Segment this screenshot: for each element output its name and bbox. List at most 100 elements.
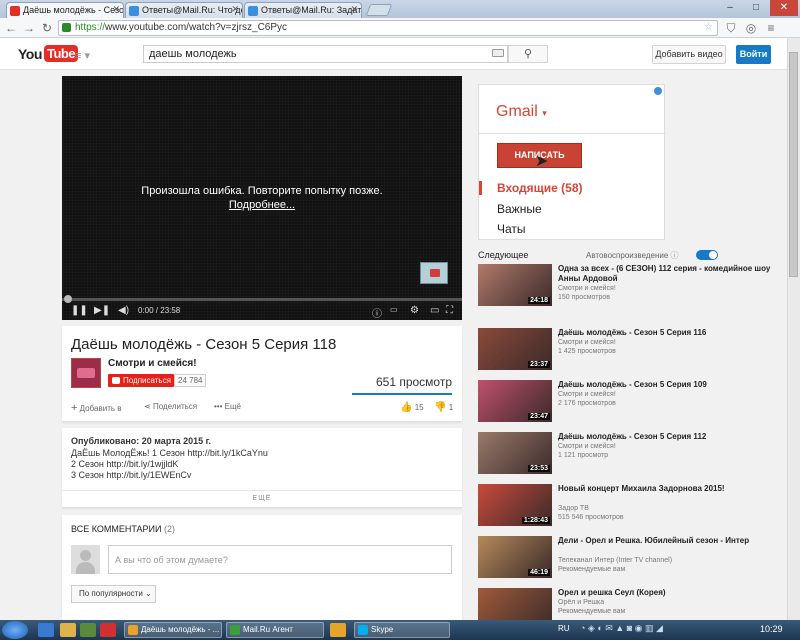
video-thumbnail[interactable]: 23:47 xyxy=(478,380,552,422)
bookmark-star-icon[interactable]: ☆ xyxy=(704,21,713,35)
add-to-button[interactable]: + Добавить в xyxy=(71,402,122,414)
video-thumbnail[interactable]: 23:37 xyxy=(478,328,552,370)
extension-icon[interactable]: ◎ xyxy=(744,21,758,35)
video-player[interactable]: Произошла ошибка. Повторите попытку позж… xyxy=(62,76,462,320)
video-thumbnail[interactable]: 1:28:43 xyxy=(478,484,552,526)
miniplayer-icon[interactable]: ▭ xyxy=(430,305,439,316)
cast-icon[interactable] xyxy=(420,262,448,284)
play-icon[interactable]: ❚❚ xyxy=(71,305,88,316)
gmail-ad[interactable]: Gmail ▾ НАПИСАТЬ ➤ Входящие (58) Важные … xyxy=(478,84,666,240)
inbox-link[interactable]: Входящие (58) xyxy=(479,181,666,195)
ad-info-icon[interactable] xyxy=(654,87,662,95)
related-video-title[interactable]: Новый концерт Михаила Задорнова 2015! xyxy=(558,484,780,494)
scrollbar-thumb[interactable] xyxy=(789,52,798,277)
related-video-channel: Смотри и смейся! xyxy=(558,339,616,346)
channel-avatar[interactable] xyxy=(71,358,101,388)
fullscreen-icon[interactable]: ⛶ xyxy=(446,305,453,316)
signin-button[interactable]: Войти xyxy=(736,45,771,64)
related-video-title[interactable]: Орел и решка Сеул (Корея) xyxy=(558,588,780,598)
info-icon[interactable]: ⓘ xyxy=(372,305,382,320)
forward-arrow-icon[interactable]: → xyxy=(22,21,36,35)
keyboard-icon[interactable] xyxy=(492,49,504,57)
related-video-item[interactable]: 46:19 Дели - Орел и Решка. Юбилейный сезо… xyxy=(478,536,778,584)
next-icon[interactable]: ▶❚ xyxy=(94,305,110,316)
publish-date: Опубликовано: 20 марта 2015 г. xyxy=(71,436,211,446)
related-video-title[interactable]: Дели - Орел и Решка. Юбилейный сезон - И… xyxy=(558,536,780,546)
important-link[interactable]: Важные xyxy=(497,202,542,216)
related-video-title[interactable]: Даёшь молодёжь - Сезон 5 Серия 116 xyxy=(558,328,780,338)
close-tab-icon[interactable]: ✕ xyxy=(231,4,239,15)
taskbar-skype[interactable]: Skype xyxy=(354,622,450,638)
video-duration: 23:47 xyxy=(528,413,550,420)
error-more-link[interactable]: Подробнее... xyxy=(62,198,462,212)
tray-icons[interactable]: ◔ ◈ ◐ ✉ ▲ ◙ ◉ ▥ ◢ xyxy=(580,623,663,634)
channel-name[interactable]: Смотри и смейся! xyxy=(108,358,197,369)
more-dots-icon: ••• xyxy=(214,402,223,411)
chrome-favicon-icon xyxy=(248,6,258,16)
search-button[interactable]: ⚲ xyxy=(508,45,548,63)
extension-shield-icon[interactable]: ⛉ xyxy=(724,21,738,35)
chrome-icon xyxy=(128,625,138,635)
progress-bar[interactable] xyxy=(62,295,462,303)
related-video-item[interactable]: 23:53 Даёшь молодёжь - Сезон 5 Серия 112 С… xyxy=(478,432,778,480)
minimize-button[interactable]: – xyxy=(718,0,742,16)
plus-icon: + xyxy=(71,402,78,414)
taskbar-mailru-agent[interactable]: Mail.Ru Агент xyxy=(226,622,324,638)
clock[interactable]: 10:29 xyxy=(760,624,783,634)
yandex-icon[interactable] xyxy=(100,623,116,637)
browser-tab-mailru-1[interactable]: Ответы@Mail.Ru: Что де ✕ xyxy=(125,2,243,18)
close-window-button[interactable]: ✕ xyxy=(770,0,798,16)
close-tab-icon[interactable]: ✕ xyxy=(112,4,120,15)
related-video-item[interactable]: 23:47 Даёшь молодёжь - Сезон 5 Серия 109 С… xyxy=(478,380,778,428)
share-button[interactable]: ⋖ Поделиться xyxy=(144,402,197,411)
video-info-card: Даёшь молодёжь - Сезон 5 Серия 118 Смотр… xyxy=(62,326,462,422)
reload-icon[interactable]: ↻ xyxy=(40,21,54,35)
back-arrow-icon[interactable]: ← xyxy=(4,21,18,35)
pinned-app-icon[interactable] xyxy=(330,623,346,637)
youtube-logo-tube[interactable]: Tube xyxy=(44,45,79,62)
video-thumbnail[interactable]: 23:53 xyxy=(478,432,552,474)
search-input[interactable]: даешь молодежь xyxy=(143,45,508,63)
close-tab-icon[interactable]: ✕ xyxy=(350,4,358,15)
sort-comments-dropdown[interactable]: По популярности ⌄ xyxy=(71,585,156,603)
video-thumbnail[interactable]: 24:18 xyxy=(478,264,552,306)
youtube-logo[interactable]: You xyxy=(18,46,42,62)
settings-menu-icon[interactable]: ≡ xyxy=(764,21,778,35)
media-icon[interactable] xyxy=(80,623,96,637)
browser-tab-youtube[interactable]: Даёшь молодёжь - Сезо ✕ xyxy=(6,2,124,18)
browser-toolbar: ← → ↻ https://www.youtube.com/watch?v=zj… xyxy=(0,18,800,38)
show-more-button[interactable]: ЕЩЁ xyxy=(62,490,462,502)
address-bar[interactable]: https://www.youtube.com/watch?v=zjrsz_C6… xyxy=(58,20,718,36)
start-button[interactable] xyxy=(2,621,28,639)
settings-gear-icon[interactable]: ⚙ xyxy=(410,305,419,316)
video-thumbnail[interactable]: 46:19 xyxy=(478,536,552,578)
maximize-button[interactable]: □ xyxy=(744,0,768,16)
autoplay-toggle[interactable] xyxy=(696,250,718,260)
explorer-folder-icon[interactable] xyxy=(60,623,76,637)
comment-input[interactable]: А вы что об этом думаете? xyxy=(108,545,452,574)
time-display: 0:00 / 23:58 xyxy=(138,306,181,315)
related-video-views: 515 546 просмотров xyxy=(558,514,624,521)
guide-menu-icon[interactable]: ≡ ▾ xyxy=(75,49,90,62)
related-video-item[interactable]: 1:28:43 Новый концерт Михаила Задорнова 2… xyxy=(478,484,778,532)
captions-icon[interactable]: ▭ xyxy=(390,305,398,314)
related-video-item[interactable]: 23:37 Даёшь молодёжь - Сезон 5 Серия 116 С… xyxy=(478,328,778,376)
dislike-button[interactable]: 👎 1 xyxy=(434,402,453,413)
related-video-item[interactable]: 24:18 Одна за всех - (6 СЕЗОН) 112 серия … xyxy=(478,264,778,312)
error-message: Произошла ошибка. Повторите попытку позж… xyxy=(141,185,383,197)
related-video-title[interactable]: Даёшь молодёжь - Сезон 5 Серия 112 xyxy=(558,432,780,442)
like-button[interactable]: 👍 15 xyxy=(400,402,424,413)
related-video-title[interactable]: Даёшь молодёжь - Сезон 5 Серия 109 xyxy=(558,380,780,390)
volume-icon[interactable]: ◀) xyxy=(118,305,129,316)
ie-icon[interactable] xyxy=(38,623,54,637)
related-video-title[interactable]: Одна за всех - (6 СЕЗОН) 112 серия - ком… xyxy=(558,264,780,284)
info-icon: ⓘ xyxy=(670,251,679,260)
new-tab-button[interactable] xyxy=(365,4,393,16)
upload-button[interactable]: Добавить видео xyxy=(652,45,726,64)
subscribe-button[interactable]: Подписаться xyxy=(108,374,174,387)
browser-tab-mailru-2[interactable]: Ответы@Mail.Ru: Задать ✕ xyxy=(244,2,362,18)
chats-link[interactable]: Чаты xyxy=(497,222,526,236)
taskbar-chrome[interactable]: Даёшь молодёжь - ... xyxy=(124,622,222,638)
more-actions-button[interactable]: ••• Ещё xyxy=(214,402,241,411)
language-indicator[interactable]: RU xyxy=(558,624,570,633)
